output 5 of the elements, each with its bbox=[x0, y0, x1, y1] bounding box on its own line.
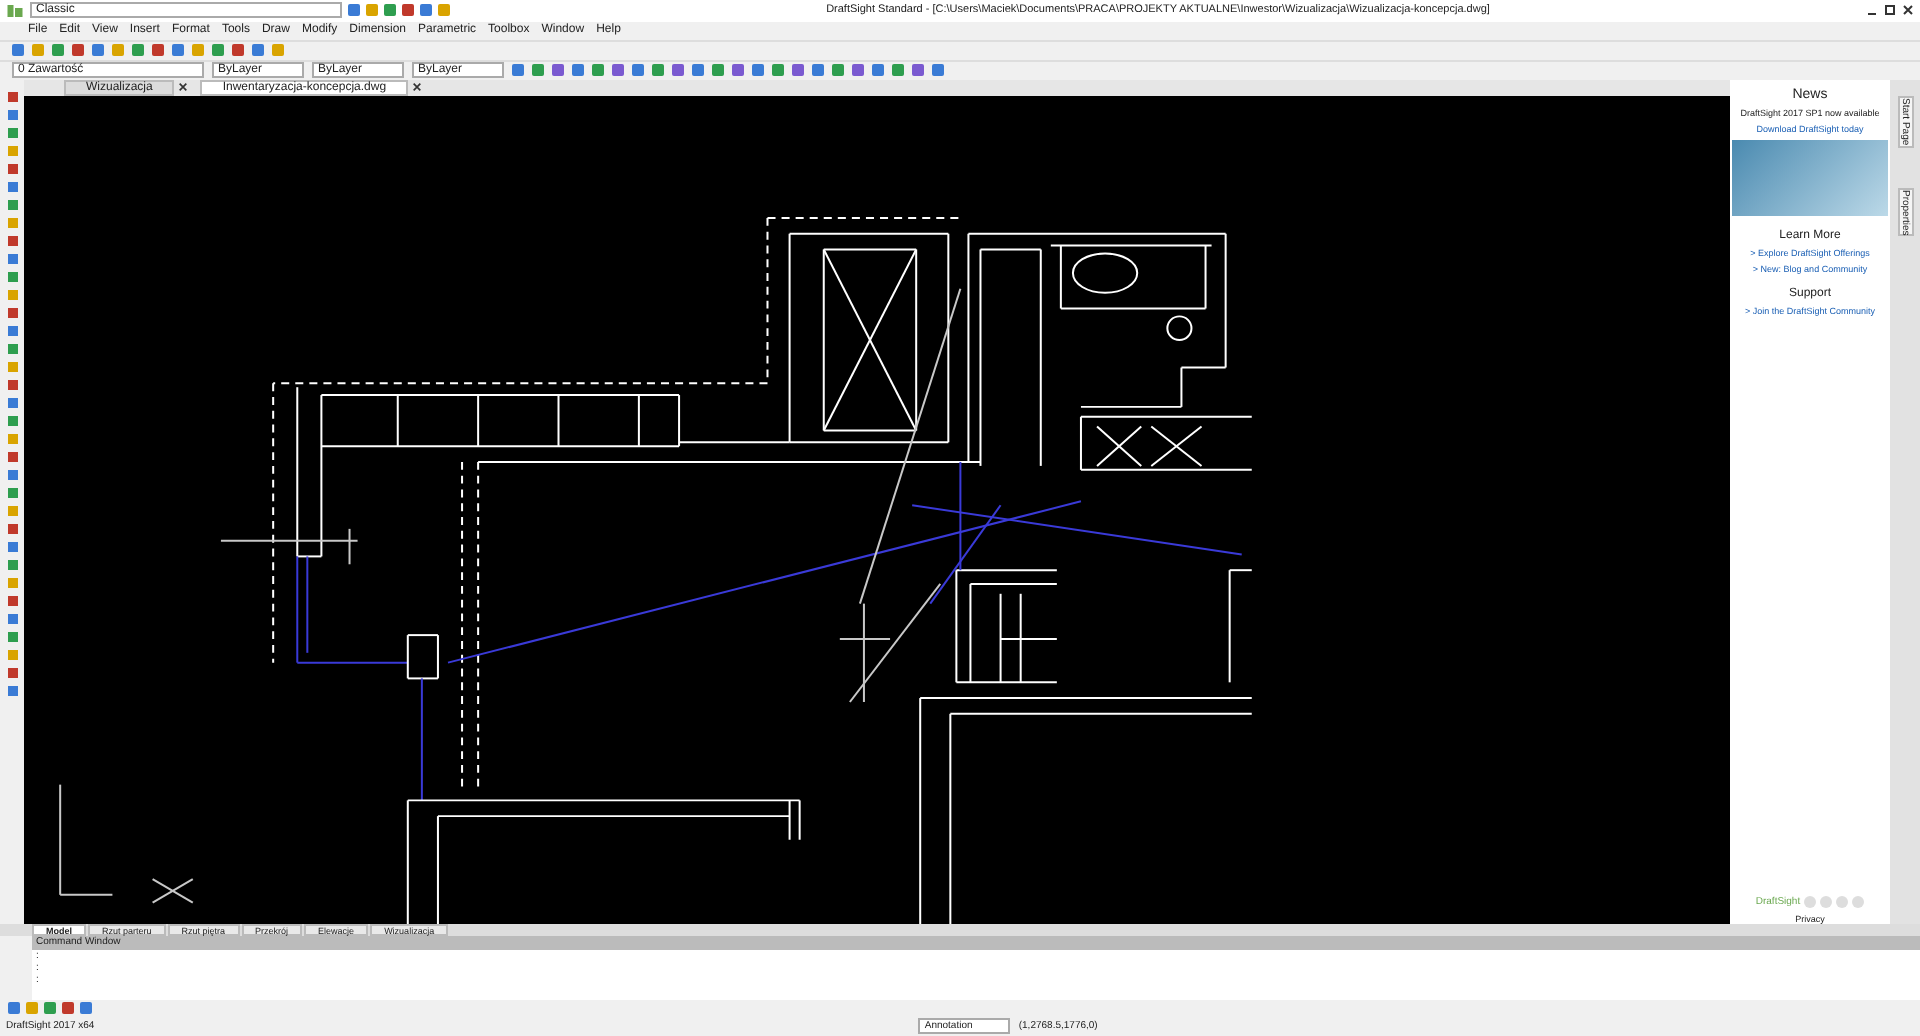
maximize-icon[interactable] bbox=[1884, 4, 1896, 17]
close-icon[interactable] bbox=[412, 82, 423, 93]
app-logo-icon bbox=[6, 1, 24, 20]
close-icon[interactable] bbox=[178, 82, 189, 93]
close-icon[interactable] bbox=[1902, 4, 1914, 17]
